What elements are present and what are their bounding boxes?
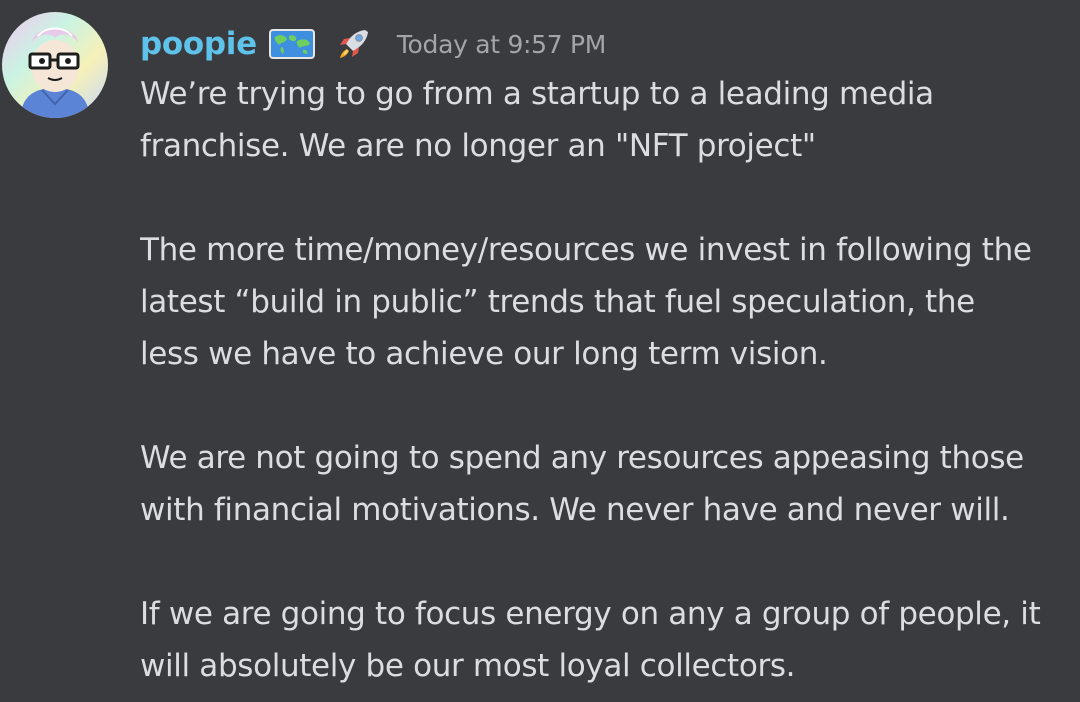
- message-line: If we are going to focus energy on any a…: [140, 596, 1041, 632]
- message-line: We are not going to spend any resources …: [140, 440, 1024, 476]
- message-timestamp[interactable]: Today at 9:57 PM: [397, 30, 607, 59]
- message-line: The more time/money/resources we invest …: [140, 232, 1032, 268]
- message-line: with financial motivations. We never hav…: [140, 492, 1010, 528]
- message-header: poopie Today at 9:57 PM: [140, 18, 606, 70]
- message-line: less we have to achieve our long term vi…: [140, 336, 828, 372]
- username[interactable]: poopie: [140, 26, 257, 62]
- chat-message: poopie Today at 9:57 PM We’re trying to …: [0, 0, 1080, 702]
- message-line: will absolutely be our most loyal collec…: [140, 648, 796, 684]
- message-line: franchise. We are no longer an "NFT proj…: [140, 128, 816, 164]
- avatar-image: [2, 12, 108, 118]
- message-line: We’re trying to go from a startup to a l…: [140, 76, 934, 112]
- avatar[interactable]: [2, 12, 108, 118]
- message-line: latest “build in public” trends that fue…: [140, 284, 975, 320]
- message-content: We’re trying to go from a startup to a l…: [140, 68, 1080, 692]
- rocket-icon[interactable]: [335, 27, 371, 61]
- world-map-badge-icon[interactable]: [268, 29, 315, 59]
